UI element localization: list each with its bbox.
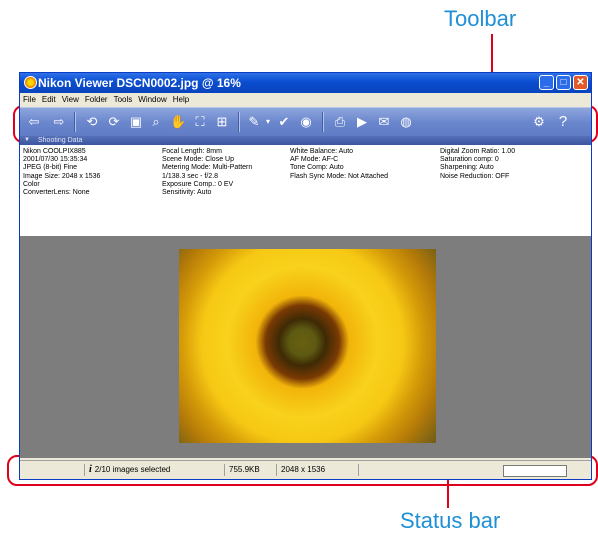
menu-view[interactable]: View [59, 93, 82, 104]
toolbar-separator [74, 112, 76, 132]
info-line: White Balance: Auto [290, 148, 354, 155]
info-line: Focal Length: 8mm [162, 148, 222, 155]
shooting-data-column-2: Focal Length: 8mm Scene Mode: Close Up M… [162, 148, 252, 197]
toolbar-callout-label: Toolbar [444, 6, 517, 31]
status-filesize: 755.9KB [224, 464, 273, 476]
viewer-window: Nikon Viewer DSCN0002.jpg @ 16% _ □ ✕ Fi… [19, 72, 592, 480]
menu-bar: File Edit View Folder Tools Window Help [20, 93, 591, 107]
thumbnail-icon[interactable]: ⊞ [214, 114, 230, 130]
info-line: Saturation comp: 0 [440, 156, 499, 164]
zoom-icon[interactable]: ⌕ [148, 114, 164, 130]
title-bar[interactable]: Nikon Viewer DSCN0002.jpg @ 16% _ □ ✕ [20, 73, 591, 93]
menu-help[interactable]: Help [170, 93, 192, 104]
info-line: Sensitivity: Auto [162, 189, 212, 197]
hand-icon[interactable]: ✋ [170, 114, 186, 130]
info-line: Scene Mode: Close Up [162, 156, 234, 164]
statusbar-callout-label: Status bar [400, 508, 501, 533]
slideshow-icon[interactable]: ▶ [354, 114, 370, 130]
rotate-left-icon[interactable]: ⟲ [84, 114, 100, 130]
info-line: Tone Comp: Auto [290, 164, 344, 172]
protect-icon[interactable]: ◉ [298, 114, 314, 130]
status-selected-text: 2/10 images selected [94, 465, 171, 474]
shooting-data-column-3: White Balance: Auto AF Mode: AF-C Tone C… [290, 148, 388, 181]
back-arrow-icon[interactable]: ⇦ [26, 114, 42, 130]
menu-folder[interactable]: Folder [82, 93, 111, 104]
status-dimensions: 2048 x 1536 [276, 464, 351, 476]
menu-window[interactable]: Window [135, 93, 169, 104]
info-line: Flash Sync Mode: Not Attached [290, 172, 389, 180]
print-icon[interactable]: ⎙ [332, 114, 348, 130]
email-icon[interactable]: ✉ [376, 114, 392, 130]
close-button[interactable]: ✕ [573, 75, 588, 90]
info-line: Sharpening: Auto [440, 164, 494, 172]
maximize-button[interactable]: □ [556, 75, 571, 90]
settings-icon[interactable]: ⚙ [531, 114, 547, 130]
fit-window-icon[interactable]: ▣ [128, 114, 144, 130]
menu-file[interactable]: File [20, 93, 39, 104]
toolbar-separator [322, 112, 324, 132]
shooting-data-column-1: Nikon COOLPIX885 2001/07/30 15:35:34 JPE… [23, 148, 100, 197]
minimize-button[interactable]: _ [539, 75, 554, 90]
shooting-data-panel: Nikon COOLPIX885 2001/07/30 15:35:34 JPE… [20, 145, 591, 236]
info-line: 2001/07/30 15:35:34 [23, 156, 88, 164]
chevron-down-icon[interactable]: ▾ [260, 114, 276, 130]
forward-arrow-icon[interactable]: ⇨ [51, 114, 67, 130]
menu-edit[interactable]: Edit [39, 93, 59, 104]
shooting-data-label: Shooting Data [38, 137, 83, 144]
info-icon: i [89, 464, 92, 475]
web-icon[interactable]: ◍ [398, 114, 414, 130]
sunflower-photo[interactable] [179, 249, 436, 443]
status-selected: i 2/10 images selected [84, 464, 215, 476]
info-line: JPEG (8-bit) Fine [23, 164, 78, 172]
full-screen-icon[interactable]: ⛶ [192, 114, 208, 130]
app-icon [24, 76, 37, 89]
info-line: Nikon COOLPIX885 [23, 148, 86, 155]
image-view-area[interactable] [20, 236, 591, 458]
rotate-right-icon[interactable]: ⟳ [106, 114, 122, 130]
checkmark-icon[interactable]: ✔ [276, 114, 292, 130]
info-line: AF Mode: AF-C [290, 156, 339, 164]
shooting-data-header[interactable]: ▼ Shooting Data [20, 136, 591, 145]
info-line: Noise Reduction: OFF [440, 172, 510, 180]
window-title: Nikon Viewer DSCN0002.jpg @ 16% [38, 76, 241, 90]
status-bar: i 2/10 images selected 755.9KB 2048 x 153… [20, 460, 591, 479]
info-line: Metering Mode: Multi-Pattern [162, 164, 253, 172]
menu-tools[interactable]: Tools [111, 93, 136, 104]
help-icon[interactable]: ? [555, 114, 571, 130]
toolbar: ⇦ ⇨ ⟲ ⟳ ▣ ⌕ ✋ ⛶ ⊞ ✎ ▾ ✔ ◉ ⎙ ▶ ✉ ◍ ⚙ ? [20, 107, 591, 137]
collapse-triangle-icon[interactable]: ▼ [24, 136, 30, 145]
info-line: 1/138.3 sec - f/2.8 [162, 172, 219, 180]
info-line: Exposure Comp.: 0 EV [162, 180, 234, 188]
progress-box [503, 465, 567, 477]
info-line: Image Size: 2048 x 1536 [23, 172, 101, 180]
toolbar-separator [238, 112, 240, 132]
info-line: Color [23, 180, 40, 188]
shooting-data-column-4: Digital Zoom Ratio: 1.00 Saturation comp… [440, 148, 515, 181]
info-line: Digital Zoom Ratio: 1.00 [440, 148, 516, 155]
status-empty-cell [358, 464, 503, 476]
info-line: ConverterLens: None [23, 189, 90, 197]
